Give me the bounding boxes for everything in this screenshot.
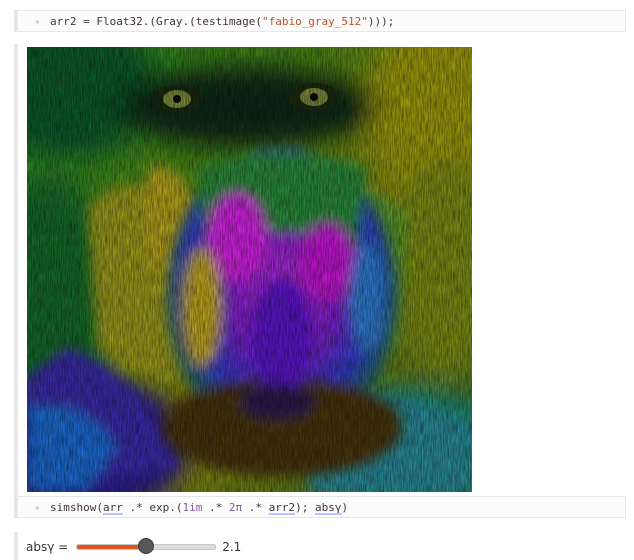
cell-marker-icon: • — [34, 16, 41, 29]
slider-label: absγ = — [26, 540, 69, 554]
slider-thumb[interactable] — [138, 538, 155, 554]
slider-control: absγ = 2.1 — [26, 537, 241, 557]
code-token: absγ — [314, 501, 342, 514]
slider-fill — [77, 545, 147, 549]
code-token: simshow( — [50, 501, 103, 514]
cell-marker-icon: • — [34, 502, 41, 515]
slider-value: 2.1 — [222, 540, 242, 554]
code-line[interactable]: arr2 = Float32.(Gray.(testimage("fabio_g… — [50, 15, 394, 28]
code-token: arr — [102, 501, 123, 514]
code-token: "fabio_gray_512" — [261, 15, 368, 28]
code-token: ) — [341, 501, 349, 514]
code-token: .* — [242, 501, 269, 514]
output-image — [27, 47, 472, 492]
code-token: = — [76, 15, 97, 28]
output-gutter — [14, 44, 18, 496]
code-token: 2π — [228, 501, 243, 514]
code-line[interactable]: simshow(arr .* exp.(1im .* 2π .* arr2); … — [50, 501, 348, 514]
code-token: 1im — [182, 501, 203, 514]
code-token: arr2 — [268, 501, 296, 514]
code-token: ))); — [367, 15, 395, 28]
code-token: arr2 — [50, 15, 77, 28]
code-cell-load-image[interactable]: • arr2 = Float32.(Gray.(testimage("fabio… — [14, 10, 626, 32]
code-token: .* exp.( — [122, 501, 183, 514]
code-cell-simshow[interactable]: • simshow(arr .* exp.(1im .* 2π .* arr2)… — [14, 496, 626, 518]
code-token: Float32.(Gray.(testimage( — [96, 15, 262, 28]
complex-phase-image — [27, 47, 472, 492]
code-token: .* — [202, 501, 229, 514]
code-token: ); — [295, 501, 315, 514]
slider-track[interactable] — [76, 538, 217, 554]
output-gutter — [14, 532, 18, 560]
